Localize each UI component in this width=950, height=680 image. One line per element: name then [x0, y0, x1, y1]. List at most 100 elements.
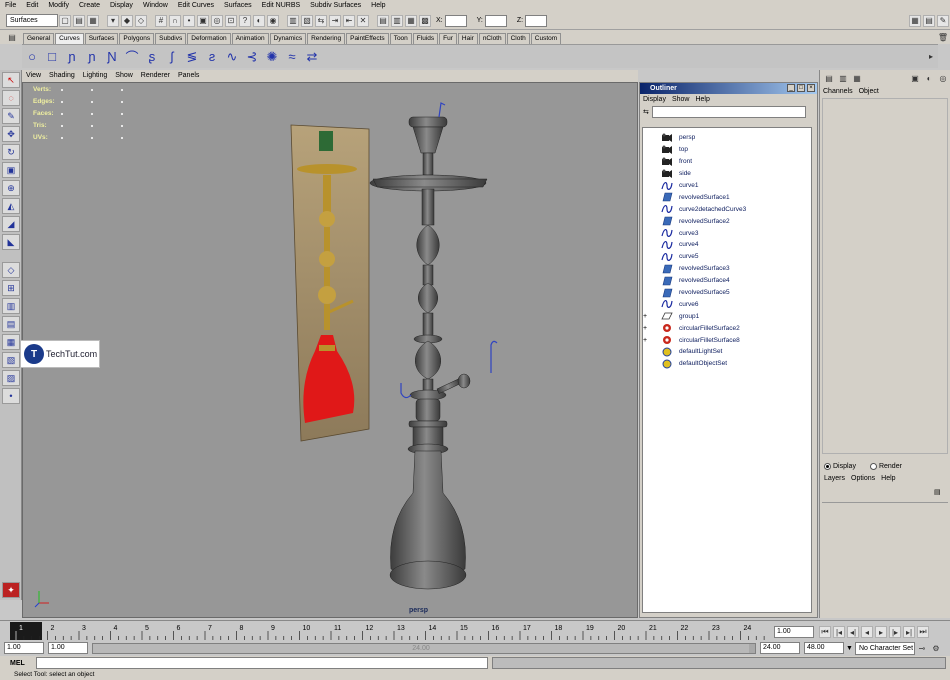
current-time-field[interactable]: 1.00 [774, 626, 814, 638]
shelf-tab-surfaces[interactable]: Surfaces [84, 32, 119, 44]
expand-toggle[interactable]: + [643, 313, 653, 320]
shelf-tab-dynamics[interactable]: Dynamics [269, 32, 307, 44]
new-layer-icon[interactable]: ▣ [909, 72, 921, 84]
outliner-item-circularFilletSurface8[interactable]: + circularFilletSurface8 [643, 334, 811, 346]
last-tool-icon[interactable]: ◣ [2, 234, 20, 250]
close-icon[interactable]: × [807, 84, 815, 92]
goto-end-icon[interactable]: ⏭ [917, 626, 929, 638]
square-curve-icon[interactable]: □ [43, 48, 61, 66]
align-curve-icon[interactable]: ≶ [183, 48, 201, 66]
render-view-icon[interactable]: ◐ [923, 72, 935, 84]
channel-box-icon[interactable]: ▤ [823, 72, 835, 84]
channel-layer-icon[interactable]: ▦ [851, 72, 863, 84]
minimize-icon[interactable]: _ [787, 84, 795, 92]
channel-menu-channels[interactable]: Channels [823, 88, 853, 95]
construction-icon[interactable]: ◐ [253, 14, 265, 27]
shelf-menu-icon[interactable]: ▤ [6, 31, 18, 43]
playback-start-field[interactable]: 1.00 [48, 642, 88, 654]
play-back-icon[interactable]: ◂ [861, 626, 873, 638]
outliner-menu-display[interactable]: Display [643, 96, 666, 103]
menu-edit[interactable]: Edit [21, 0, 43, 12]
pencil-curve-icon[interactable]: Ɲ [103, 48, 121, 66]
channel-box-area[interactable] [822, 98, 948, 454]
history-icon[interactable]: ? [239, 14, 251, 27]
time-slider[interactable]: 1 2 3 4 5 6 7 8 9 10 11 12 13 14 15 16 17 18 19 20 21 22 23 24 … [0, 620, 950, 640]
preferences-icon[interactable]: ⚙ [930, 642, 942, 654]
key-icon[interactable]: ⊸ [916, 642, 928, 654]
perspective-viewport[interactable]: Verts: Edges: Faces: Tris: UVs: persp [22, 82, 638, 618]
toggle-attr-icon[interactable]: ✕ [357, 14, 369, 27]
arc-curve-icon[interactable]: ⌒ [123, 48, 141, 66]
insert-knot-icon[interactable]: ✺ [263, 48, 281, 66]
menu-create[interactable]: Create [74, 0, 105, 12]
outliner-item-top[interactable]: top [643, 144, 811, 156]
render-icon[interactable]: ◉ [267, 14, 279, 27]
shelf-scroll-icon[interactable]: ▸ [925, 51, 937, 63]
menu-edit-curves[interactable]: Edit Curves [173, 0, 219, 12]
curve-line[interactable] [438, 102, 446, 118]
outliner-item-revolvedSurface3[interactable]: revolvedSurface3 [643, 263, 811, 275]
outliner-item-revolvedSurface2[interactable]: revolvedSurface2 [643, 215, 811, 227]
time-slider-ruler[interactable]: 1 2 3 4 5 6 7 8 9 10 11 12 13 14 15 16 17 18 19 20 21 22 23 24 [0, 621, 770, 641]
playback-end-field[interactable]: 24.00 [760, 642, 800, 654]
outliner-item-revolvedSurface1[interactable]: revolvedSurface1 [643, 191, 811, 203]
filter-arrows-icon[interactable]: ⇆ [643, 108, 649, 116]
outliner-item-curve1[interactable]: curve1 [643, 180, 811, 192]
character-set-dropdown[interactable]: No Character Set [854, 641, 915, 655]
maximize-icon[interactable]: □ [797, 84, 805, 92]
shelf-tab-toon[interactable]: Toon [389, 32, 412, 44]
lock-icon[interactable]: ⊡ [225, 14, 237, 27]
current-frame-marker[interactable] [10, 622, 42, 640]
outliner-item-revolvedSurface5[interactable]: revolvedSurface5 [643, 287, 811, 299]
outliner-menu-show[interactable]: Show [672, 96, 690, 103]
menu-edit-nurbs[interactable]: Edit NURBS [257, 0, 306, 12]
channel-menu-object[interactable]: Object [859, 88, 879, 95]
step-back-icon[interactable]: ◂| [847, 626, 859, 638]
shelf-tab-fur[interactable]: Fur [439, 32, 457, 44]
outliner-item-curve5[interactable]: curve5 [643, 251, 811, 263]
viewport-menu-panels[interactable]: Panels [174, 70, 203, 82]
select-object-icon[interactable]: ◆ [121, 14, 133, 27]
outliner-search-input[interactable] [651, 106, 806, 118]
modeling-toolkit-icon[interactable]: ▩ [419, 14, 431, 27]
command-input[interactable] [36, 657, 488, 669]
soft-mod-icon[interactable]: ◭ [2, 198, 20, 214]
shelf-tab-painteffects[interactable]: PaintEffects [346, 32, 389, 44]
open-scene-icon[interactable]: ▤ [73, 14, 85, 27]
move-tool-icon[interactable]: ✥ [2, 126, 20, 142]
show-manipulator-icon[interactable]: ◢ [2, 216, 20, 232]
outliner-item-defaultObjectSet[interactable]: defaultObjectSet [643, 358, 811, 370]
shelf-tab-hair[interactable]: Hair [457, 32, 478, 44]
snap-live-icon[interactable]: ◎ [211, 14, 223, 27]
char-set-dropdown-icon[interactable]: ▼ [846, 645, 853, 652]
viewport-menu-lighting[interactable]: Lighting [79, 70, 112, 82]
shelf-tab-curves[interactable]: Curves [55, 32, 84, 44]
menu-subdiv-surfaces[interactable]: Subdiv Surfaces [305, 0, 366, 12]
render-radio[interactable] [869, 462, 877, 470]
save-scene-icon[interactable]: ▦ [87, 14, 99, 27]
shelf-tab-fluids[interactable]: Fluids [412, 32, 439, 44]
rebuild-curve-icon[interactable]: ∿ [223, 48, 241, 66]
shelf-tab-polygons[interactable]: Polygons [119, 32, 155, 44]
offset-curve-icon[interactable]: ƨ [203, 48, 221, 66]
layer-menu-help[interactable]: Help [881, 475, 895, 482]
select-hierarchy-icon[interactable]: ▾ [107, 14, 119, 27]
snap-curve-icon[interactable]: ∩ [169, 14, 181, 27]
animation-start-field[interactable]: 1.00 [4, 642, 44, 654]
paint-select-icon[interactable]: ✎ [2, 108, 20, 124]
shelf-tab-deformation[interactable]: Deformation [187, 32, 231, 44]
detach-curve-icon[interactable]: ʃ [163, 48, 181, 66]
attach-curve-icon[interactable]: ʂ [143, 48, 161, 66]
graph-editor-layout-icon[interactable]: ▨ [2, 370, 20, 386]
menu-help[interactable]: Help [366, 0, 390, 12]
ipr-icon[interactable]: ▥ [287, 14, 299, 27]
shelf-tab-cloth[interactable]: Cloth [506, 32, 530, 44]
viewport-menu-show[interactable]: Show [111, 70, 137, 82]
rotate-tool-icon[interactable]: ↻ [2, 144, 20, 160]
snap-point-icon[interactable]: • [183, 14, 195, 27]
outliner-menu-help[interactable]: Help [695, 96, 709, 103]
menu-window[interactable]: Window [138, 0, 173, 12]
shelf-tab-general[interactable]: General [23, 32, 55, 44]
step-forward-icon[interactable]: |▸ [889, 626, 901, 638]
outliner-item-front[interactable]: front [643, 156, 811, 168]
